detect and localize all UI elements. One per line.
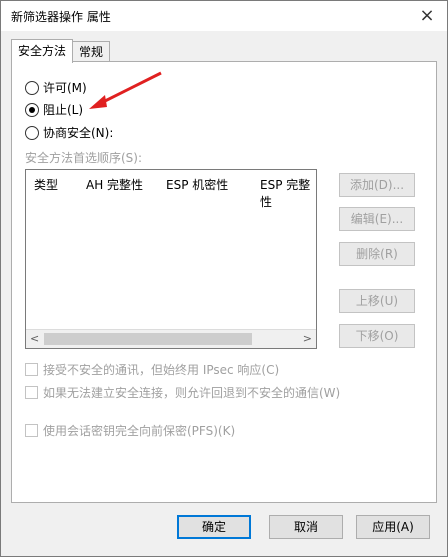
security-order-label: 安全方法首选顺序(S): (25, 151, 143, 165)
remove-button[interactable]: 删除(R) (339, 242, 415, 266)
radio-permit-label: 许可(M) (43, 81, 87, 95)
checkbox-pfs[interactable]: 使用会话密钥完全向前保密(PFS)(K) (25, 422, 235, 439)
column-type[interactable]: 类型 (34, 176, 58, 193)
radio-permit[interactable]: 许可(M) (25, 79, 87, 96)
dialog-window: 新筛选器操作 属性 × 安全方法 常规 许可(M) 阻止(L) 协商安全(N):… (0, 0, 448, 557)
checkbox-allow-fallback-box[interactable] (25, 386, 38, 399)
radio-negotiate-label: 协商安全(N): (43, 126, 114, 140)
column-ah-integrity[interactable]: AH 完整性 (86, 176, 143, 193)
scroll-right-icon[interactable]: > (303, 332, 312, 345)
column-esp-integrity[interactable]: ESP 完整性 (260, 176, 316, 210)
annotation-arrow (89, 71, 162, 109)
scroll-left-icon[interactable]: < (30, 332, 39, 345)
cancel-button[interactable]: 取消 (269, 515, 343, 539)
checkbox-accept-unsecured-box[interactable] (25, 363, 38, 376)
radio-block-indicator[interactable] (25, 102, 39, 117)
title-bar: 新筛选器操作 属性 × (1, 1, 447, 31)
checkbox-allow-fallback-label: 如果无法建立安全连接，则允许回退到不安全的通信(W) (43, 386, 341, 400)
column-esp-confidentiality[interactable]: ESP 机密性 (166, 176, 228, 193)
move-down-button[interactable]: 下移(O) (339, 324, 415, 348)
security-methods-list[interactable]: 类型 AH 完整性 ESP 机密性 ESP 完整性 < > (25, 169, 317, 349)
add-button[interactable]: 添加(D)... (339, 173, 415, 197)
radio-negotiate[interactable]: 协商安全(N): (25, 124, 113, 141)
radio-negotiate-indicator[interactable] (25, 125, 39, 140)
tab-security-methods[interactable]: 安全方法 (11, 39, 74, 63)
checkbox-accept-unsecured-label: 接受不安全的通讯，但始终用 IPsec 响应(C) (43, 363, 280, 377)
radio-block[interactable]: 阻止(L) (25, 101, 83, 118)
radio-block-label: 阻止(L) (43, 103, 84, 117)
apply-button[interactable]: 应用(A) (356, 515, 430, 539)
checkbox-pfs-box[interactable] (25, 424, 38, 437)
ok-button[interactable]: 确定 (177, 515, 251, 539)
move-up-button[interactable]: 上移(U) (339, 289, 415, 313)
close-icon[interactable]: × (415, 4, 439, 28)
tab-general[interactable]: 常规 (72, 41, 111, 62)
radio-permit-indicator[interactable] (25, 80, 39, 95)
checkbox-accept-unsecured[interactable]: 接受不安全的通讯，但始终用 IPsec 响应(C) (25, 361, 279, 378)
checkbox-allow-fallback[interactable]: 如果无法建立安全连接，则允许回退到不安全的通信(W) (25, 384, 340, 401)
window-title: 新筛选器操作 属性 (11, 10, 111, 24)
checkbox-pfs-label: 使用会话密钥完全向前保密(PFS)(K) (43, 424, 236, 438)
scrollbar-thumb[interactable] (44, 333, 252, 345)
edit-button[interactable]: 编辑(E)... (339, 207, 415, 231)
horizontal-scrollbar[interactable]: < > (26, 329, 316, 348)
